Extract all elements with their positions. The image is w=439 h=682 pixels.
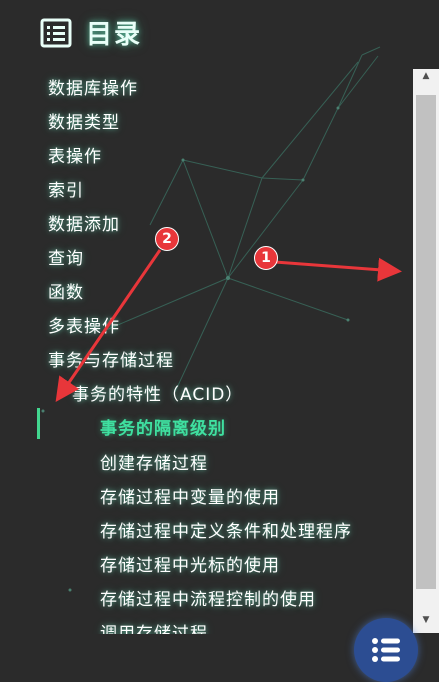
list-icon (372, 638, 400, 662)
toc-item-table-ops[interactable]: 表操作 (48, 142, 102, 167)
annotation-badge-2: 2 (155, 227, 179, 251)
scroll-up-icon[interactable]: ▲ (413, 69, 439, 83)
active-indicator (37, 408, 40, 439)
toc-item-acid[interactable]: 事务的特性（ACID） (72, 380, 243, 405)
toc-item-database-ops[interactable]: 数据库操作 (48, 74, 138, 99)
toc-item-multi-table[interactable]: 多表操作 (48, 312, 120, 337)
scroll-down-icon[interactable]: ▼ (413, 613, 439, 627)
annotation-badge-1: 1 (254, 246, 278, 270)
toc-item-procedure-cursor[interactable]: 存储过程中光标的使用 (100, 551, 280, 576)
toc-item-transactions[interactable]: 事务与存储过程 (48, 346, 174, 371)
scroll-thumb[interactable] (416, 95, 436, 589)
toc-item-data-insert[interactable]: 数据添加 (48, 210, 120, 235)
toc-item-functions[interactable]: 函数 (48, 278, 84, 303)
toc-item-data-types[interactable]: 数据类型 (48, 108, 120, 133)
toc-toggle-button[interactable] (354, 618, 418, 682)
toc-item-procedure-variables[interactable]: 存储过程中变量的使用 (100, 483, 280, 508)
toc-scrollbar[interactable]: ▲ ▼ (413, 69, 439, 633)
toc-item-call-procedure[interactable]: 调用存储过程 (100, 619, 208, 634)
toc-item-isolation-level[interactable]: 事务的隔离级别 (100, 414, 226, 439)
toc-list: 数据库操作 数据类型 表操作 索引 数据添加 查询 函数 多表操作 事务与存储过… (0, 0, 410, 634)
toc-item-create-procedure[interactable]: 创建存储过程 (100, 449, 208, 474)
toc-item-index[interactable]: 索引 (48, 176, 84, 201)
toc-item-query[interactable]: 查询 (48, 244, 84, 269)
toc-item-procedure-conditions[interactable]: 存储过程中定义条件和处理程序 (100, 517, 352, 542)
toc-item-procedure-flow[interactable]: 存储过程中流程控制的使用 (100, 585, 316, 610)
